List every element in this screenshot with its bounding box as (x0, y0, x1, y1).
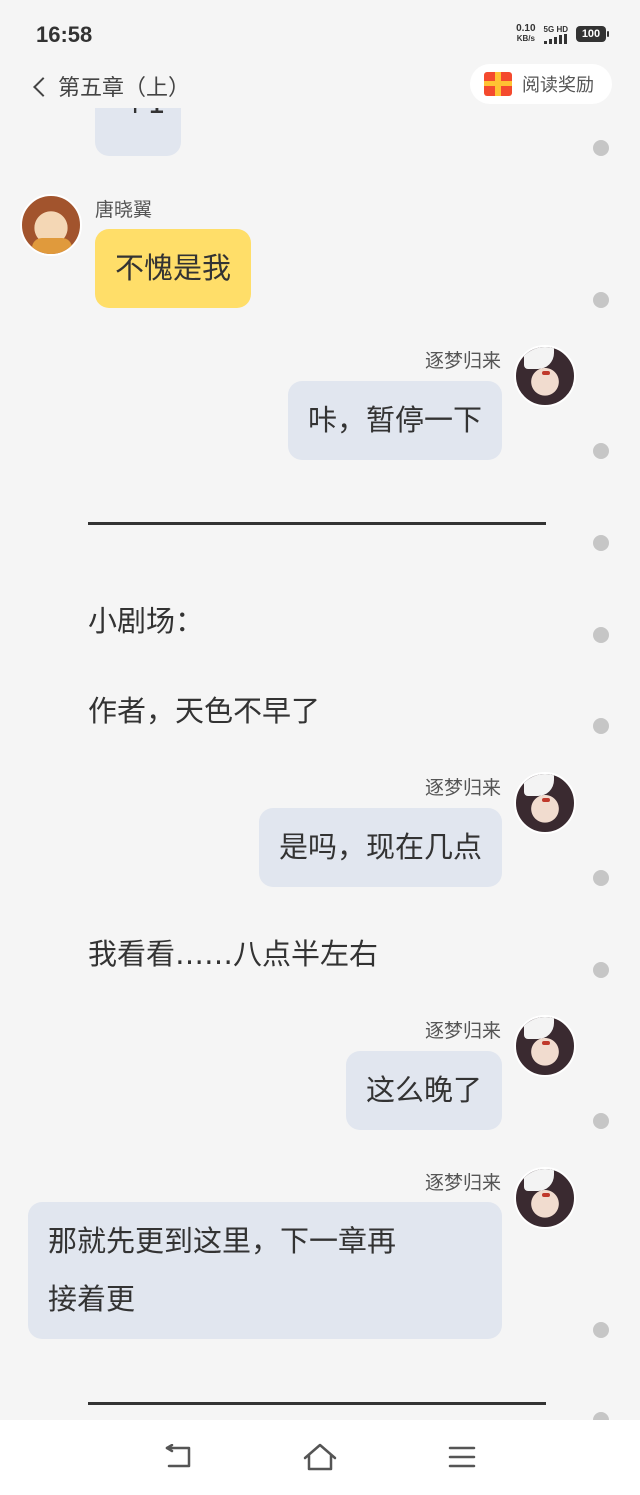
network-speed: 0.10 KB/s (516, 24, 535, 44)
gift-box-icon (484, 72, 512, 96)
sender-name: 逐梦归来 (424, 777, 501, 799)
message-bubble: 咔，暂停一下 (287, 381, 502, 460)
scroll-dot (593, 1412, 609, 1420)
chapter-title: 第五章（上） (58, 76, 191, 101)
scroll-dot (593, 292, 609, 308)
message-bubble: 这么晚了 (345, 1051, 502, 1130)
signal-icon (543, 33, 568, 44)
sender-name: 唐晓翼 (95, 199, 153, 221)
system-nav-bar (0, 1420, 640, 1495)
message-bubble-partial: +1 (95, 108, 181, 156)
back-icon[interactable] (163, 1444, 193, 1470)
message-text-line: 接着更 (48, 1282, 136, 1316)
narration-text: 小剧场： (88, 604, 205, 638)
message-text: 这么晚了 (365, 1073, 482, 1107)
scroll-dot (593, 1322, 609, 1338)
sender-name: 逐梦归来 (424, 350, 501, 372)
sender-name: 逐梦归来 (424, 1020, 501, 1042)
top-bar: 第五章（上） 阅读奖励 (0, 64, 640, 108)
sender-name: 逐梦归来 (424, 1172, 501, 1194)
battery-icon: 100 (576, 26, 609, 42)
scroll-dot (593, 870, 609, 886)
narration-text: 我看看……八点半左右 (88, 937, 379, 971)
avatar-zhumeng-guilai[interactable] (514, 1015, 576, 1077)
back-button[interactable]: 第五章（上） (33, 70, 191, 102)
network-signal: 5G HD (543, 24, 568, 44)
message-bubble: 是吗，现在几点 (258, 808, 502, 887)
message-text: 不愧是我 (115, 251, 232, 285)
chevron-left-icon (33, 77, 53, 97)
section-divider (88, 1402, 546, 1405)
avatar-zhumeng-guilai[interactable] (514, 1167, 576, 1229)
net-speed-unit: KB/s (516, 34, 535, 43)
status-bar: 16:58 0.10 KB/s 5G HD 100 (0, 0, 640, 64)
status-time: 16:58 (36, 22, 93, 47)
avatar-zhumeng-guilai[interactable] (514, 772, 576, 834)
narration-text: 作者，天色不早了 (88, 694, 321, 728)
net-speed-value: 0.10 (516, 23, 536, 34)
partial-bubble-text: +1 (123, 108, 166, 120)
reading-reward-button[interactable]: 阅读奖励 (470, 64, 612, 104)
scroll-dot (593, 140, 609, 156)
message-text: 咔，暂停一下 (307, 403, 482, 437)
avatar-zhumeng-guilai[interactable] (514, 345, 576, 407)
home-icon[interactable] (302, 1442, 338, 1472)
scroll-dot (593, 718, 609, 734)
section-divider (88, 522, 546, 525)
reading-reward-label: 阅读奖励 (522, 75, 594, 96)
avatar-tang-xiaoyi[interactable] (20, 194, 82, 256)
status-indicators: 0.10 KB/s 5G HD 100 (516, 24, 609, 44)
network-label: 5G HD (543, 24, 568, 34)
message-bubble: 不愧是我 (95, 229, 252, 308)
scroll-dot (593, 443, 609, 459)
message-text-line: 那就先更到这里，下一章再 (48, 1224, 397, 1258)
menu-icon[interactable] (448, 1444, 476, 1470)
message-bubble: 那就先更到这里，下一章再 接着更 (28, 1202, 502, 1339)
scroll-dot (593, 1113, 609, 1129)
message-text: 是吗，现在几点 (278, 830, 482, 864)
scroll-dot (593, 962, 609, 978)
scroll-dot (593, 535, 609, 551)
chat-story-content: +1 唐晓翼 不愧是我 逐梦归来 咔，暂停一下 小剧场： 作者，天色不早了 逐梦… (0, 108, 640, 1420)
scroll-dot (593, 627, 609, 643)
